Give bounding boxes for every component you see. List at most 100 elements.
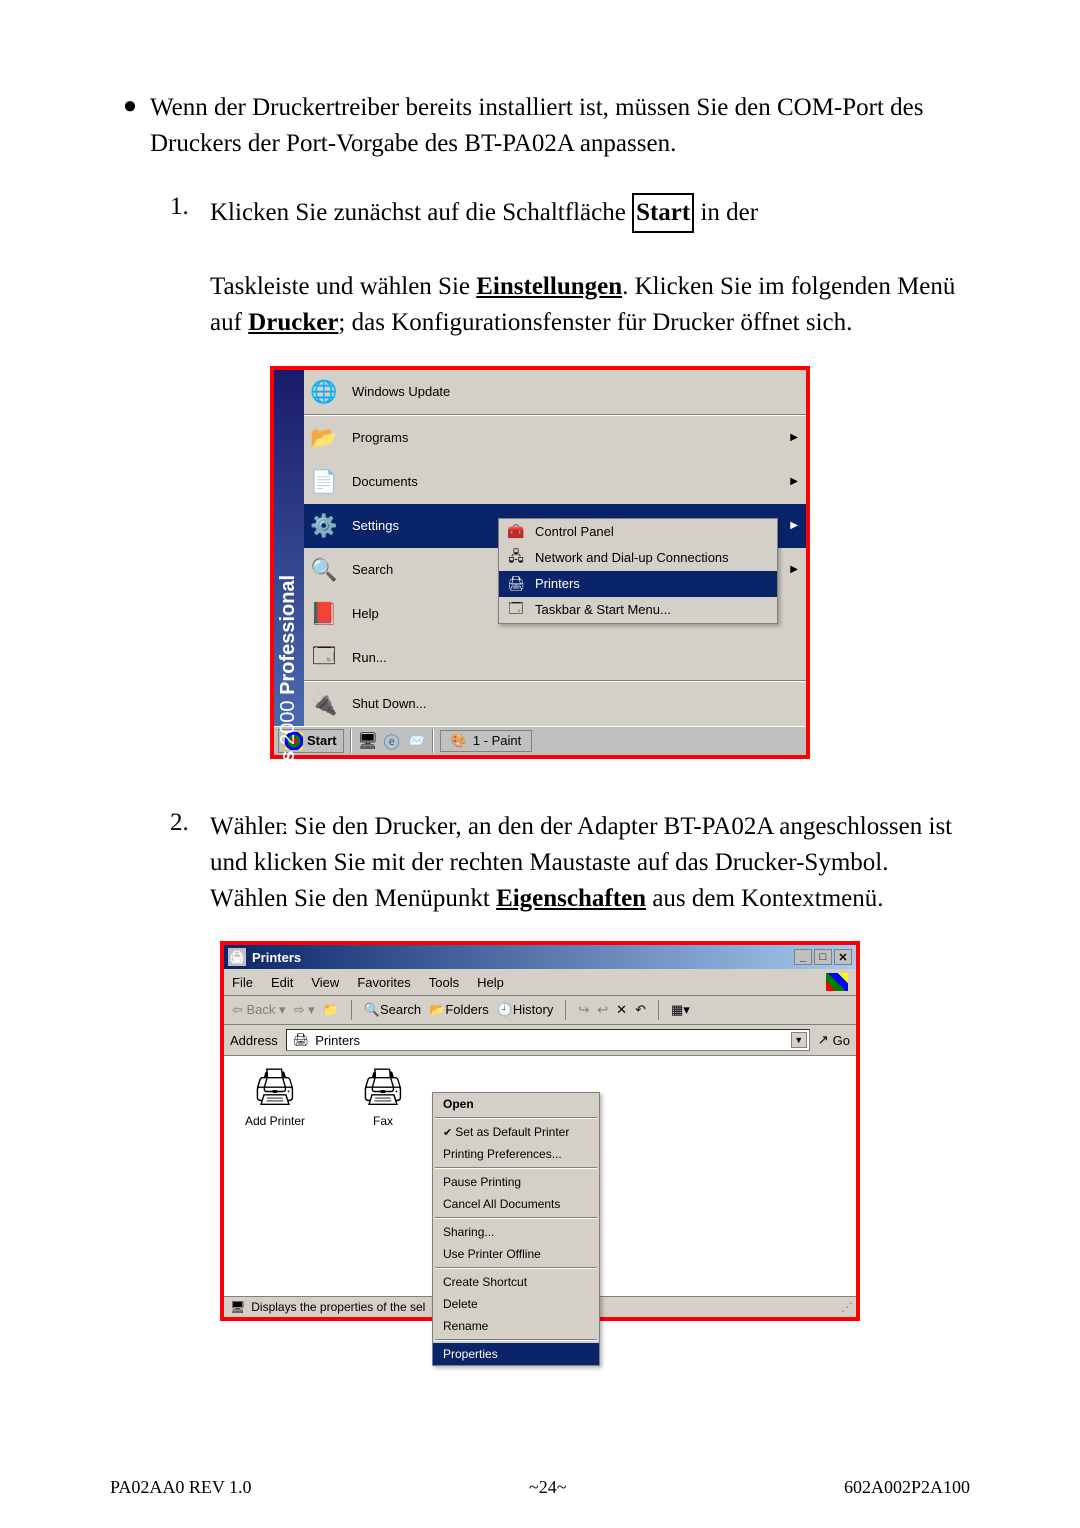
close-button[interactable]: ✕ (834, 949, 852, 965)
submenu-printers[interactable]: 🖨 Printers (499, 571, 777, 597)
outlook-icon[interactable]: 📨 (406, 731, 426, 751)
ctx-properties[interactable]: Properties (433, 1343, 599, 1365)
menu-edit[interactable]: Edit (271, 975, 293, 990)
taskbar-icon: 🗔 (507, 601, 525, 619)
search-icon: 🔍 (310, 556, 338, 584)
taskbar-paint[interactable]: 🎨 1 - Paint (440, 730, 533, 752)
start-label: Start (632, 193, 694, 233)
address-input[interactable]: 🖨 Printers ▼ (286, 1029, 810, 1051)
paint-icon: 🎨 (451, 733, 467, 749)
ctx-cancel-all[interactable]: Cancel All Documents (433, 1193, 599, 1215)
copyto-icon[interactable]: ↩ (597, 1002, 608, 1018)
submenu-network[interactable]: 🖧 Network and Dial-up Connections (499, 545, 777, 571)
settings-icon: ⚙️ (310, 512, 338, 540)
globe-icon: 🌐 (310, 378, 338, 406)
minimize-button[interactable]: _ (794, 949, 812, 965)
ie-icon[interactable]: ⓔ (382, 731, 402, 751)
menu-shutdown[interactable]: 🔌 Shut Down... (304, 682, 806, 726)
address-label: Address (230, 1033, 278, 1048)
control-panel-icon: 🧰 (507, 523, 525, 541)
fax-item[interactable]: 🖨 Fax (344, 1066, 422, 1128)
back-button[interactable]: ⇦ Back ▾ (232, 1002, 286, 1018)
run-icon: 🗔 (310, 644, 338, 672)
add-printer-icon: 🖨 (252, 1066, 298, 1108)
up-button[interactable]: 📁 (323, 1002, 339, 1018)
footer-left: PA02AA0 REV 1.0 (110, 1477, 252, 1498)
forward-button[interactable]: ⇨ ▾ (294, 1002, 315, 1018)
network-icon: 🖧 (507, 549, 525, 567)
windows-logo-icon (826, 973, 848, 991)
go-button[interactable]: ↗ Go (818, 1032, 850, 1048)
page-footer: PA02AA0 REV 1.0 ~24~ 602A002P2A100 (110, 1477, 970, 1498)
footer-right: 602A002P2A100 (844, 1477, 970, 1498)
chevron-right-icon: ▶ (790, 476, 798, 487)
history-button[interactable]: 🕘History (497, 1002, 554, 1018)
einstellungen-label: Einstellungen (476, 273, 622, 300)
ctx-pause[interactable]: Pause Printing (433, 1171, 599, 1193)
add-printer-item[interactable]: 🖨 Add Printer (236, 1066, 314, 1128)
ctx-shortcut[interactable]: Create Shortcut (433, 1271, 599, 1293)
undo-icon[interactable]: ↶ (635, 1002, 646, 1018)
moveto-icon[interactable]: ↪ (578, 1002, 589, 1018)
printers-folder-icon: 🖨 (228, 948, 246, 966)
step1-text: Klicken Sie zunächst auf die Schaltfläch… (210, 193, 970, 342)
search-button[interactable]: 🔍Search (364, 1002, 421, 1018)
startmenu-screenshot: Windows 2000 Professional 🌐 Windows Upda… (270, 366, 810, 759)
menu-programs[interactable]: 📂 Programs ▶ (304, 416, 806, 460)
menu-file[interactable]: File (232, 975, 253, 990)
step-number-2: 2. (170, 809, 210, 918)
step-number-1: 1. (170, 193, 210, 342)
status-text: Displays the properties of the sel (251, 1300, 425, 1314)
step2-text: Wählen Sie den Drucker, an den der Adapt… (210, 809, 970, 918)
menu-favorites[interactable]: Favorites (357, 975, 410, 990)
menu-run[interactable]: 🗔 Run... (304, 636, 806, 680)
fax-icon: 🖨 (360, 1066, 406, 1108)
address-dropdown-icon[interactable]: ▼ (791, 1032, 807, 1048)
address-bar: Address 🖨 Printers ▼ ↗ Go (224, 1025, 856, 1056)
shutdown-icon: 🔌 (310, 690, 338, 718)
ctx-offline[interactable]: Use Printer Offline (433, 1243, 599, 1265)
toolbar: ⇦ Back ▾ ⇨ ▾ 📁 🔍Search 📂Folders 🕘History… (224, 996, 856, 1025)
menu-tools[interactable]: Tools (429, 975, 459, 990)
help-icon: 📕 (310, 600, 338, 628)
submenu-control-panel[interactable]: 🧰 Control Panel (499, 519, 777, 545)
printers-list: 🖨 Add Printer 🖨 Fax HP L Open Set as Def… (224, 1056, 856, 1296)
window-title: Printers (252, 950, 301, 965)
eigenschaften-label: Eigenschaften (496, 885, 646, 912)
ctx-preferences[interactable]: Printing Preferences... (433, 1143, 599, 1165)
desktop-icon[interactable]: 🖥 (358, 731, 378, 751)
menu-bar: File Edit View Favorites Tools Help (224, 969, 856, 996)
bullet-marker: ● (110, 90, 150, 163)
folders-button[interactable]: 📂Folders (429, 1002, 489, 1018)
resize-grip-icon[interactable]: ⋰ (841, 1300, 850, 1314)
folder-icon: 📂 (310, 424, 338, 452)
views-button[interactable]: ▦▾ (671, 1002, 690, 1018)
documents-icon: 📄 (310, 468, 338, 496)
menu-documents[interactable]: 📄 Documents ▶ (304, 460, 806, 504)
chevron-right-icon: ▶ (790, 564, 798, 575)
drucker-label: Drucker (248, 309, 338, 336)
ctx-delete[interactable]: Delete (433, 1293, 599, 1315)
maximize-button[interactable]: □ (814, 949, 832, 965)
menu-help[interactable]: Help (477, 975, 504, 990)
startmenu-sidebar: Windows 2000 Professional (274, 370, 304, 726)
ctx-sharing[interactable]: Sharing... (433, 1221, 599, 1243)
intro-text: Wenn der Druckertreiber bereits installi… (150, 90, 970, 163)
printers-icon: 🖨 (507, 575, 525, 593)
address-icon: 🖨 (293, 1032, 310, 1048)
submenu-taskbar[interactable]: 🗔 Taskbar & Start Menu... (499, 597, 777, 623)
go-icon: ↗ (818, 1032, 829, 1048)
taskbar: Start 🖥 ⓔ 📨 🎨 1 - Paint (274, 726, 806, 755)
menu-windows-update[interactable]: 🌐 Windows Update (304, 370, 806, 414)
delete-icon[interactable]: ✕ (616, 1002, 627, 1018)
chevron-right-icon: ▶ (790, 432, 798, 443)
ctx-rename[interactable]: Rename (433, 1315, 599, 1337)
chevron-right-icon: ▶ (790, 520, 798, 531)
ctx-open[interactable]: Open (433, 1093, 599, 1115)
footer-center: ~24~ (529, 1477, 566, 1498)
window-title-bar: 🖨 Printers _ □ ✕ (224, 945, 856, 969)
menu-view[interactable]: View (311, 975, 339, 990)
ctx-set-default[interactable]: Set as Default Printer (433, 1121, 599, 1143)
status-icon: 🖥 (230, 1300, 245, 1314)
printers-screenshot: 🖨 Printers _ □ ✕ File Edit View Favorite… (220, 941, 860, 1321)
